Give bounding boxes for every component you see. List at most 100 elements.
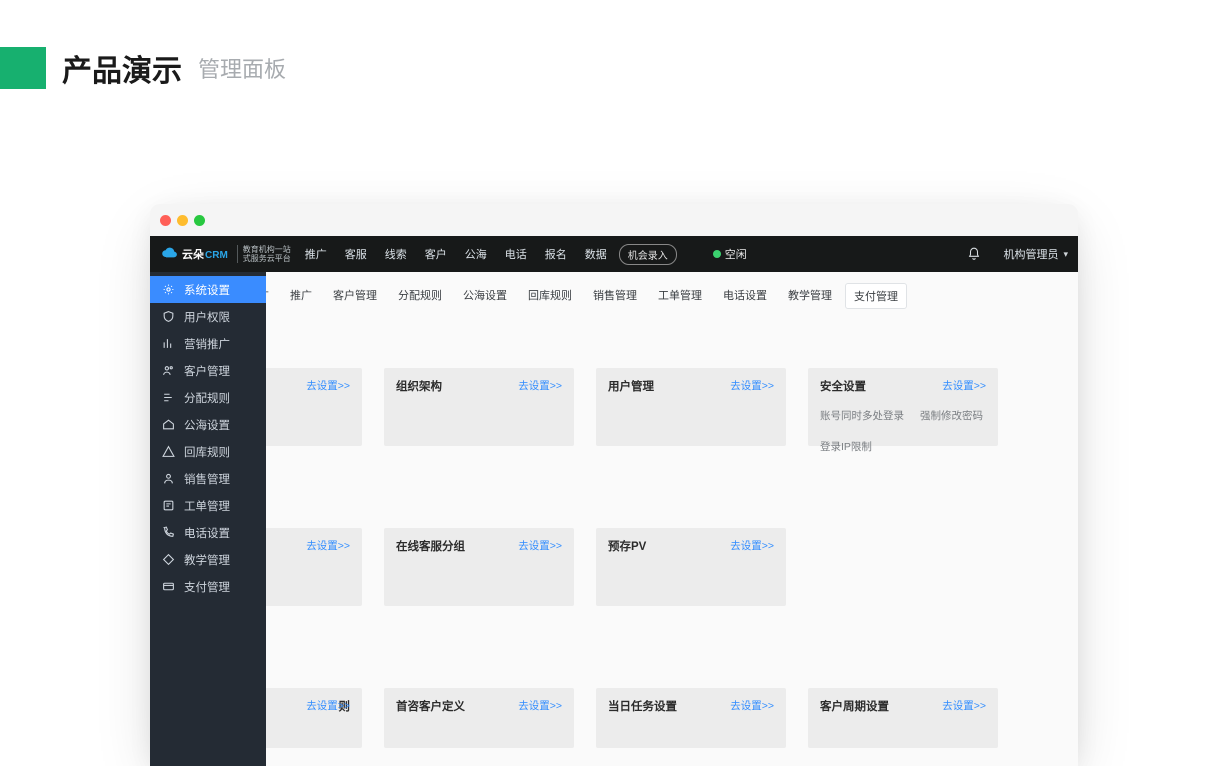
brand-text: 云朵 CRM bbox=[182, 246, 228, 262]
go-settings-link[interactable]: 去设置>> bbox=[518, 698, 562, 713]
settings-card-3-1: 首咨客户定义去设置>> bbox=[384, 688, 574, 748]
sidebar-item-6[interactable]: 回库规则 bbox=[150, 438, 266, 465]
sidebar-item-label: 销售管理 bbox=[184, 471, 230, 487]
brand-logo-icon bbox=[160, 246, 178, 262]
topnav-item-1[interactable]: 客服 bbox=[345, 246, 367, 262]
tab-4[interactable]: 回库规则 bbox=[520, 283, 580, 309]
settings-card-3-3: 客户周期设置去设置>> bbox=[808, 688, 998, 748]
user-role-dropdown[interactable]: 机构管理员 ▾ bbox=[1003, 246, 1068, 262]
tag-icon bbox=[162, 553, 175, 566]
brand[interactable]: 云朵 CRM 教育机构一站式服务云平台 bbox=[160, 245, 291, 263]
settings-card-1-1: 组织架构去设置>> bbox=[384, 368, 574, 446]
shield-icon bbox=[162, 310, 175, 323]
sidebar-item-label: 客户管理 bbox=[184, 363, 230, 379]
topnav-item-0[interactable]: 推广 bbox=[305, 246, 327, 262]
card-subopt[interactable]: 登录IP限制 bbox=[820, 439, 872, 454]
go-settings-link[interactable]: 去设置>> bbox=[518, 538, 562, 553]
tabs-bar: 广 推广客户管理分配规则公海设置回库规则销售管理工单管理电话设置教学管理支付管理 bbox=[150, 272, 1078, 317]
sidebar-item-11[interactable]: 支付管理 bbox=[150, 573, 266, 600]
user-icon bbox=[162, 364, 175, 377]
app-window: 云朵 CRM 教育机构一站式服务云平台 推广 客服 线索 客户 公海 电话 报名 数据 机会录… bbox=[150, 204, 1078, 766]
sidebar-item-label: 回库规则 bbox=[184, 444, 230, 460]
sidebar-item-label: 教学管理 bbox=[184, 552, 230, 568]
user-role-label: 机构管理员 bbox=[1003, 246, 1058, 262]
home-icon bbox=[162, 418, 175, 431]
sidebar-item-label: 电话设置 bbox=[184, 525, 230, 541]
settings-card-3-2: 当日任务设置去设置>> bbox=[596, 688, 786, 748]
sidebar-item-4[interactable]: 分配规则 bbox=[150, 384, 266, 411]
card-subopt[interactable]: 强制修改密码 bbox=[920, 408, 983, 423]
go-settings-link[interactable]: 去设置>> bbox=[306, 538, 350, 553]
sidebar-item-2[interactable]: 营销推广 bbox=[150, 330, 266, 357]
ticket-icon bbox=[162, 499, 175, 512]
topnav-item-6[interactable]: 报名 bbox=[545, 246, 567, 262]
go-settings-link[interactable]: 去设置>> bbox=[730, 378, 774, 393]
go-settings-link[interactable]: 去设置>> bbox=[730, 698, 774, 713]
tab-2[interactable]: 分配规则 bbox=[390, 283, 450, 309]
window-titlebar bbox=[150, 204, 1078, 236]
sidebar-item-label: 用户权限 bbox=[184, 309, 230, 325]
settings-icon bbox=[162, 283, 175, 296]
tab-9[interactable]: 支付管理 bbox=[845, 283, 907, 309]
zoom-dot[interactable] bbox=[194, 215, 205, 226]
sidebar-item-3[interactable]: 客户管理 bbox=[150, 357, 266, 384]
sidebar: 系统设置用户权限营销推广客户管理分配规则公海设置回库规则销售管理工单管理电话设置… bbox=[150, 272, 266, 600]
phone-icon bbox=[162, 526, 175, 539]
bell-icon[interactable] bbox=[967, 247, 981, 261]
sidebar-item-label: 公海设置 bbox=[184, 417, 230, 433]
settings-card-1-2: 用户管理去设置>> bbox=[596, 368, 786, 446]
sidebar-item-label: 分配规则 bbox=[184, 390, 230, 406]
tab-7[interactable]: 电话设置 bbox=[715, 283, 775, 309]
close-dot[interactable] bbox=[160, 215, 171, 226]
sidebar-item-9[interactable]: 电话设置 bbox=[150, 519, 266, 546]
minimize-dot[interactable] bbox=[177, 215, 188, 226]
tab-0[interactable]: 推广 bbox=[282, 283, 320, 309]
sidebar-item-label: 营销推广 bbox=[184, 336, 230, 352]
main-content: 广 推广客户管理分配规则公海设置回库规则销售管理工单管理电话设置教学管理支付管理… bbox=[150, 272, 1078, 766]
record-opportunity-button[interactable]: 机会录入 bbox=[619, 244, 677, 265]
sidebar-item-7[interactable]: 销售管理 bbox=[150, 465, 266, 492]
slide-accent-bar bbox=[0, 47, 46, 89]
tab-3[interactable]: 公海设置 bbox=[455, 283, 515, 309]
card-subopt[interactable]: 账号同时多处登录 bbox=[820, 408, 904, 423]
go-settings-link[interactable]: 去设置>> bbox=[730, 538, 774, 553]
flow-icon bbox=[162, 391, 175, 404]
topnav-item-3[interactable]: 客户 bbox=[425, 246, 447, 262]
go-settings-link[interactable]: 去设置>> bbox=[942, 378, 986, 393]
sidebar-item-5[interactable]: 公海设置 bbox=[150, 411, 266, 438]
go-settings-link[interactable]: 去设置>> bbox=[306, 378, 350, 393]
topnav-item-2[interactable]: 线索 bbox=[385, 246, 407, 262]
card-icon bbox=[162, 580, 175, 593]
settings-card-2-1: 在线客服分组去设置>> bbox=[384, 528, 574, 606]
warn-icon bbox=[162, 445, 175, 458]
go-settings-link[interactable]: 去设置>> bbox=[942, 698, 986, 713]
status-text: 空闲 bbox=[725, 246, 747, 262]
tab-8[interactable]: 教学管理 bbox=[780, 283, 840, 309]
topnav-item-5[interactable]: 电话 bbox=[505, 246, 527, 262]
tab-1[interactable]: 客户管理 bbox=[325, 283, 385, 309]
go-settings-link[interactable]: 去设置>> bbox=[518, 378, 562, 393]
sidebar-item-label: 支付管理 bbox=[184, 579, 230, 595]
chevron-down-icon: ▾ bbox=[1063, 249, 1068, 260]
status-indicator[interactable]: 空闲 bbox=[713, 246, 747, 262]
tab-6[interactable]: 工单管理 bbox=[650, 283, 710, 309]
sidebar-item-1[interactable]: 用户权限 bbox=[150, 303, 266, 330]
status-dot-icon bbox=[713, 250, 721, 258]
topnav-item-7[interactable]: 数据 bbox=[585, 246, 607, 262]
sidebar-item-label: 工单管理 bbox=[184, 498, 230, 514]
go-settings-link[interactable]: 去设置>> bbox=[306, 698, 350, 713]
person-icon bbox=[162, 472, 175, 485]
tab-5[interactable]: 销售管理 bbox=[585, 283, 645, 309]
chart-icon bbox=[162, 337, 175, 350]
slide-subtitle: 管理面板 bbox=[198, 52, 286, 84]
slide-title: 产品演示 bbox=[62, 46, 182, 90]
sidebar-item-8[interactable]: 工单管理 bbox=[150, 492, 266, 519]
sidebar-item-0[interactable]: 系统设置 bbox=[150, 276, 266, 303]
settings-card-1-3: 安全设置去设置>>账号同时多处登录强制修改密码登录IP限制 bbox=[808, 368, 998, 446]
sidebar-item-10[interactable]: 教学管理 bbox=[150, 546, 266, 573]
settings-card-2-2: 预存PV去设置>> bbox=[596, 528, 786, 606]
sidebar-item-label: 系统设置 bbox=[184, 282, 230, 298]
brand-tagline: 教育机构一站式服务云平台 bbox=[237, 245, 291, 263]
topnav-item-4[interactable]: 公海 bbox=[465, 246, 487, 262]
topnav: 云朵 CRM 教育机构一站式服务云平台 推广 客服 线索 客户 公海 电话 报名 数据 机会录… bbox=[150, 236, 1078, 272]
